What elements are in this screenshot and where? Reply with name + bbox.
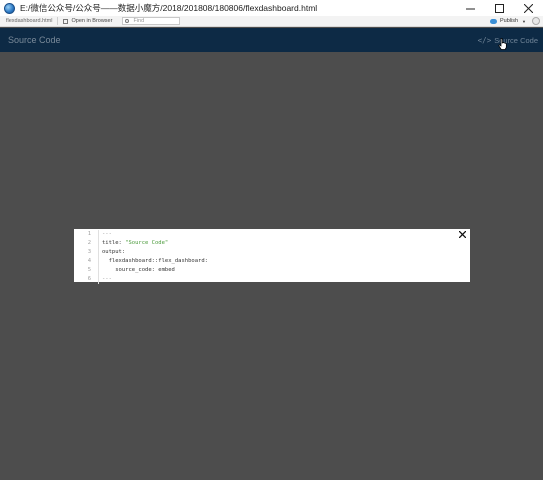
dashboard-navbar: Source Code </> Source Code	[0, 28, 543, 52]
refresh-icon[interactable]	[532, 17, 540, 25]
viewer-toolbar: flexdashboard.html Open in Browser Find …	[0, 16, 543, 27]
external-link-icon	[63, 18, 69, 24]
window-controls	[456, 0, 543, 16]
source-code-block: 1 --- 2 title: "Source Code" 3 output: 4 flexd…	[80, 230, 208, 284]
maximize-button[interactable]	[485, 0, 514, 16]
window-title: E:/微信公众号/公众号——数据小魔方/2018/201808/180806/f…	[20, 3, 318, 13]
line-number: 3	[87, 249, 91, 255]
dashboard-title: Source Code	[8, 35, 61, 45]
code-gutter	[98, 275, 99, 284]
search-icon	[125, 19, 130, 23]
code-token: source_code: embed	[102, 267, 175, 273]
hand-cursor-icon	[498, 38, 507, 50]
publish-button[interactable]: Publish ▼	[489, 16, 526, 26]
source-code-link[interactable]: </> Source Code	[478, 36, 538, 45]
code-token: title:	[102, 240, 126, 246]
minimize-icon	[466, 8, 475, 9]
file-tab[interactable]: flexdashboard.html	[6, 18, 52, 24]
code-token: ---	[102, 276, 112, 282]
modal-close-button[interactable]	[457, 229, 468, 240]
line-number: 6	[87, 276, 91, 282]
code-token: output:	[102, 249, 126, 255]
code-token: flexdashboard::flex_dashboard:	[102, 258, 208, 264]
toolbar-divider	[57, 17, 59, 25]
code-token: "Source Code"	[125, 240, 169, 246]
maximize-icon	[495, 3, 504, 13]
find-placeholder: Find	[133, 18, 145, 24]
find-input[interactable]: Find	[122, 17, 181, 25]
window-title-bar: E:/微信公众号/公众号——数据小魔方/2018/201808/180806/f…	[0, 0, 543, 16]
code-line: 2 title: "Source Code"	[80, 239, 208, 248]
code-token: ---	[102, 231, 112, 237]
publish-label: Publish	[499, 18, 519, 24]
code-gutter	[98, 230, 99, 239]
close-icon	[459, 231, 466, 238]
source-code-modal: 1 --- 2 title: "Source Code" 3 output: 4 flexd…	[74, 229, 470, 284]
minimize-button[interactable]	[456, 0, 485, 16]
open-in-browser-label: Open in Browser	[71, 18, 113, 24]
line-number: 5	[87, 267, 91, 273]
open-in-browser-button[interactable]: Open in Browser	[63, 18, 112, 24]
code-gutter	[98, 248, 99, 257]
close-icon	[524, 3, 533, 13]
code-line: 5 source_code: embed	[80, 266, 208, 275]
code-line: 6 ---	[80, 275, 208, 284]
code-gutter	[98, 239, 99, 248]
line-number: 1	[87, 231, 91, 237]
code-gutter	[98, 257, 99, 266]
app-globe-icon	[4, 2, 15, 14]
line-number: 2	[87, 240, 91, 246]
line-number: 4	[87, 258, 91, 264]
code-icon: </>	[477, 36, 492, 45]
code-gutter	[98, 266, 99, 275]
code-line: 3 output:	[80, 248, 208, 257]
publish-icon	[489, 18, 497, 24]
close-window-button[interactable]	[514, 0, 543, 16]
chevron-down-icon: ▼	[522, 18, 526, 24]
code-line: 1 ---	[80, 230, 208, 239]
code-line: 4 flexdashboard::flex_dashboard:	[80, 257, 208, 266]
